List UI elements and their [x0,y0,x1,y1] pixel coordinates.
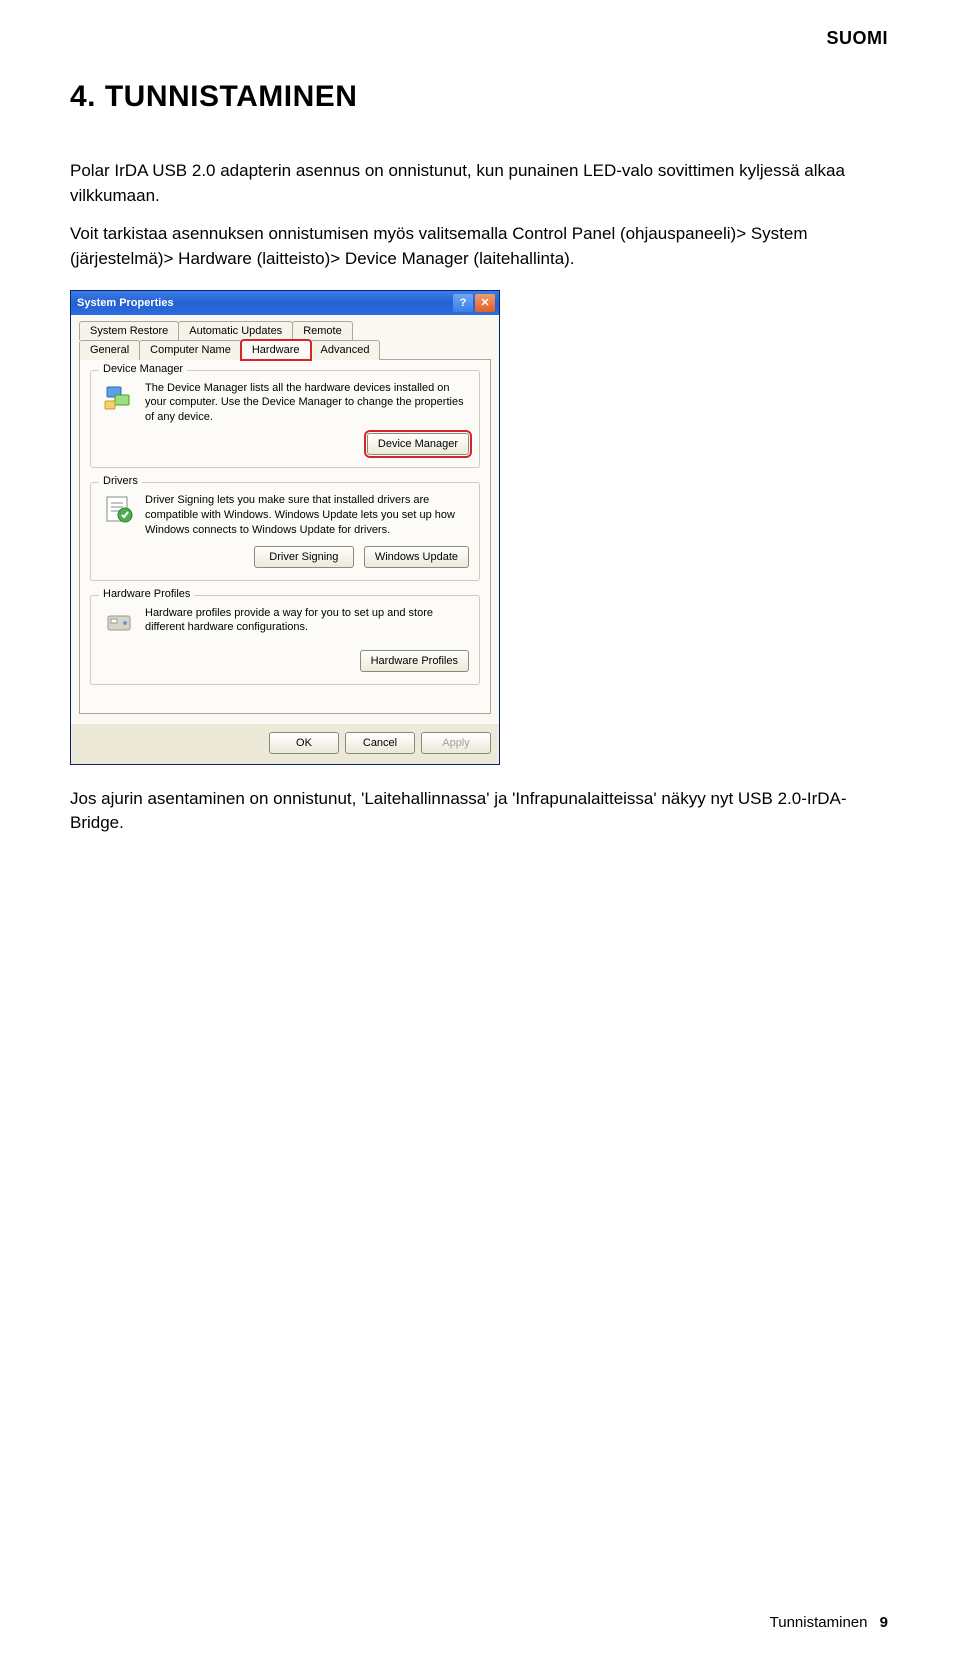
drivers-icon [101,493,137,529]
tab-advanced[interactable]: Advanced [310,340,381,360]
ok-button[interactable]: OK [269,732,339,754]
paragraph-1: Polar IrDA USB 2.0 adapterin asennus on … [70,159,850,208]
hardware-profiles-button[interactable]: Hardware Profiles [360,650,469,672]
device-manager-button[interactable]: Device Manager [367,433,469,455]
tab-automatic-updates[interactable]: Automatic Updates [178,321,293,340]
cancel-button[interactable]: Cancel [345,732,415,754]
group-device-manager: Device Manager The Device Manager lists … [90,370,480,469]
hardware-profiles-icon [101,606,137,642]
drivers-text: Driver Signing lets you make sure that i… [145,493,469,538]
footer-section: Tunnistaminen [770,1614,868,1631]
group-drivers: Drivers Driver Signing lets you make sur… [90,482,480,581]
language-tag: SUOMI [826,28,888,49]
tab-strip: System Restore Automatic Updates Remote … [79,321,491,360]
hardware-profiles-text: Hardware profiles provide a way for you … [145,606,469,642]
tab-remote[interactable]: Remote [292,321,353,340]
apply-button[interactable]: Apply [421,732,491,754]
close-icon: ✕ [480,296,489,309]
page-footer: Tunnistaminen 9 [770,1614,888,1631]
tab-system-restore[interactable]: System Restore [79,321,179,340]
paragraph-3: Jos ajurin asentaminen on onnistunut, 'L… [70,787,850,836]
driver-signing-button[interactable]: Driver Signing [254,546,354,568]
dialog-title: System Properties [77,297,174,309]
legend-drivers: Drivers [99,475,142,487]
group-hardware-profiles: Hardware Profiles Hardware profiles prov… [90,595,480,685]
tab-hardware[interactable]: Hardware [241,340,311,360]
tab-panel-hardware: Device Manager The Device Manager lists … [79,359,491,714]
device-manager-text: The Device Manager lists all the hardwar… [145,381,469,426]
help-button[interactable]: ? [453,294,473,312]
close-button[interactable]: ✕ [475,294,495,312]
dialog-titlebar: System Properties ? ✕ [71,291,499,315]
paragraph-2: Voit tarkistaa asennuksen onnistumisen m… [70,222,850,271]
legend-device-manager: Device Manager [99,363,187,375]
tab-general[interactable]: General [79,340,140,360]
legend-hardware-profiles: Hardware Profiles [99,588,194,600]
dialog-footer: OK Cancel Apply [71,724,499,764]
footer-page-number: 9 [880,1614,888,1631]
device-manager-icon [101,381,137,417]
tab-computer-name[interactable]: Computer Name [139,340,242,360]
page-heading: 4. TUNNISTAMINEN [70,80,890,114]
windows-update-button[interactable]: Windows Update [364,546,469,568]
system-properties-dialog: System Properties ? ✕ System Restore Aut… [70,290,500,765]
